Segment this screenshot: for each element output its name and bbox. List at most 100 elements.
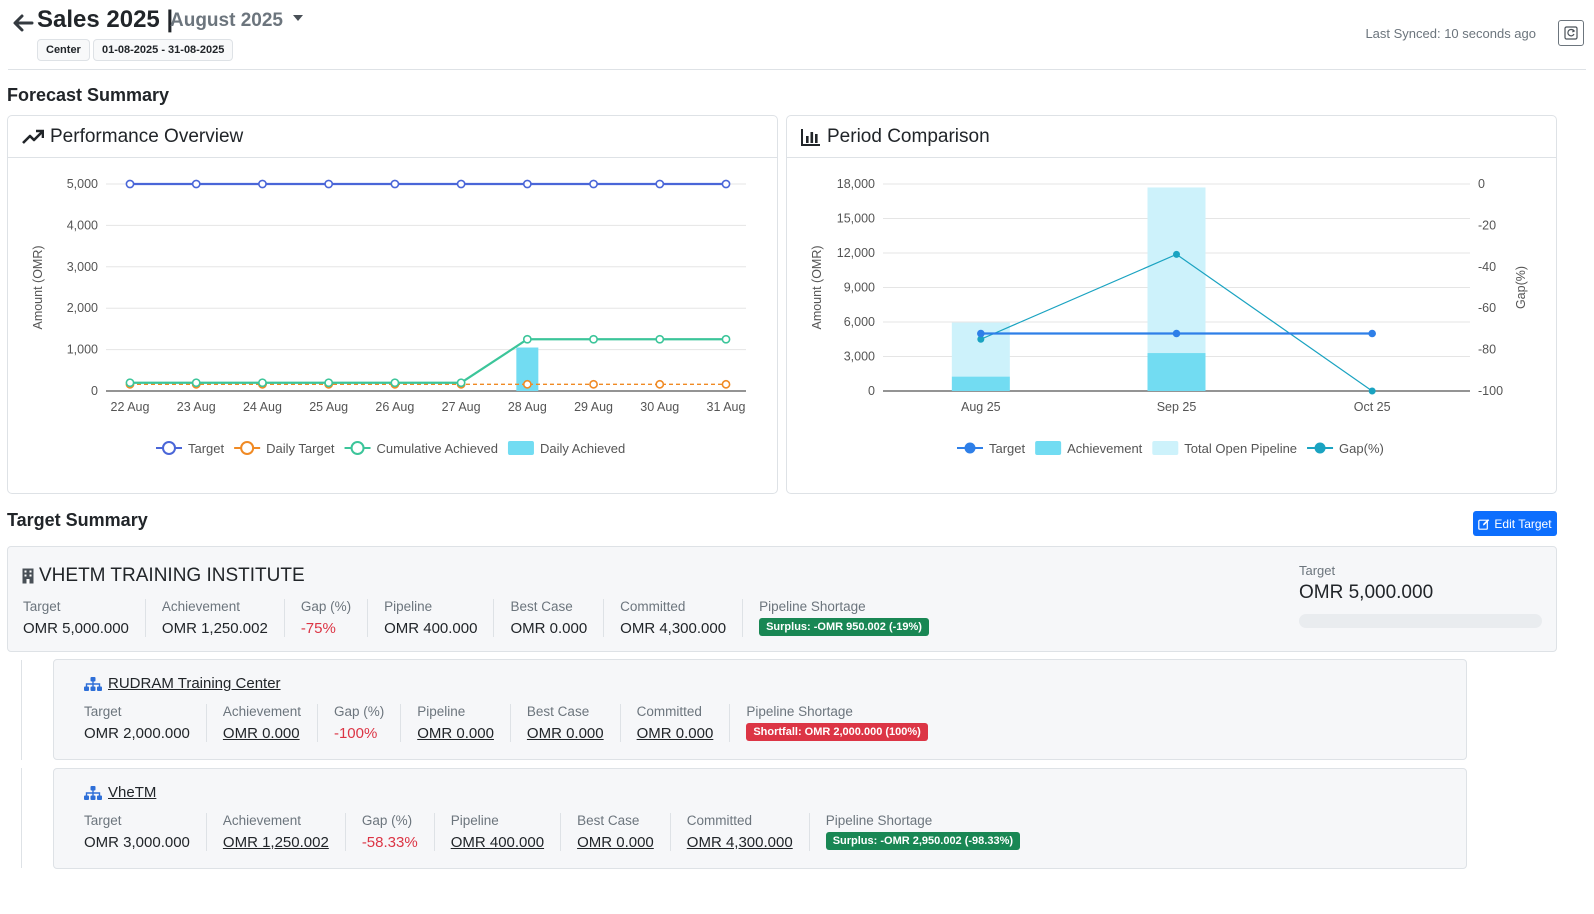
x-tick-label: Oct 25 (1354, 400, 1391, 414)
daily-target-point (589, 379, 598, 389)
metric-value: OMR 2,000.000 (84, 725, 190, 742)
target-point (1368, 329, 1376, 338)
y-tick-label: 5,000 (67, 177, 98, 191)
target-side-panel: Target OMR 5,000.000 (1299, 563, 1542, 628)
y-tick-label: 3,000 (67, 260, 98, 274)
metric-value-link[interactable]: OMR 0.000 (417, 725, 494, 742)
legend-label: Total Open Pipeline (1184, 441, 1297, 456)
cumulative-achieved-point (390, 378, 400, 388)
metric-value: OMR 3,000.000 (84, 834, 190, 851)
metric-achievement: Achievement OMR 1,250.002 (205, 813, 345, 851)
target-point (655, 179, 665, 189)
metric-label: Gap (%) (300, 599, 352, 614)
y-tick-label: 15,000 (837, 212, 875, 226)
y-tick-label: 3,000 (844, 350, 875, 364)
refresh-button[interactable] (1558, 20, 1584, 46)
metric-value-link[interactable]: OMR 0.000 (223, 725, 301, 742)
metric-value-link[interactable]: OMR 1,250.002 (223, 834, 329, 851)
target-point (522, 179, 532, 189)
page-title: Sales 2025 | (37, 6, 174, 33)
edit-target-label: Edit Target (1494, 516, 1552, 531)
forecast-summary-title: Forecast Summary (7, 85, 170, 105)
x-tick-label: 31 Aug (707, 400, 746, 414)
x-tick-label: 23 Aug (177, 400, 216, 414)
child-metrics: Target OMR 3,000.000 Achievement OMR 1,2… (84, 813, 1036, 851)
target-point (390, 179, 400, 189)
child-name: RUDRAM Training Center (84, 675, 281, 692)
x-tick-label: Sep 25 (1157, 400, 1197, 414)
pipeline-bar (1147, 187, 1206, 354)
metric-pipeline: Pipeline OMR 400.000 (433, 813, 560, 851)
tree-connector (21, 768, 22, 868)
target-point (456, 179, 466, 189)
x-tick-label: Aug 25 (961, 400, 1001, 414)
y-tick-label: 9,000 (844, 281, 875, 295)
metric-value-link[interactable]: OMR 0.000 (527, 725, 604, 742)
metric-pipeline: Pipeline OMR 400.000 (367, 599, 493, 637)
metric-label: Pipeline Shortage (825, 813, 933, 828)
y2-axis-label: Gap(%) (1514, 266, 1528, 309)
x-tick-label: 22 Aug (111, 400, 150, 414)
cumulative-achieved-point (589, 334, 598, 344)
page-header: Sales 2025 | August 2025 Center 01-08-20… (8, 4, 1586, 70)
child-card-rudram: RUDRAM Training Center Target OMR 2,000.… (53, 659, 1467, 760)
child-name-link[interactable]: VheTM (108, 784, 156, 801)
x-tick-label: 26 Aug (375, 400, 414, 414)
metric-value-link[interactable]: OMR 0.000 (637, 725, 714, 742)
metric-label: Pipeline Shortage (759, 599, 866, 614)
metric-label: Gap (%) (361, 813, 413, 828)
edit-icon (1478, 518, 1490, 530)
child-name-link[interactable]: RUDRAM Training Center (108, 675, 281, 692)
legend-label: Cumulative Achieved (377, 441, 498, 456)
legend-label: Target (989, 441, 1026, 456)
child-card-vhetm: VheTM Target OMR 3,000.000 Achievement O… (53, 768, 1467, 869)
y2-tick-label: -40 (1478, 260, 1496, 274)
cumulative-achieved-point (125, 378, 135, 388)
x-tick-label: 28 Aug (508, 400, 547, 414)
back-arrow-icon[interactable] (10, 10, 36, 36)
cumulative-achieved-point (324, 378, 334, 388)
y-tick-label: 0 (868, 384, 875, 398)
metric-label: Achievement (161, 599, 240, 614)
filter-chip-center: Center (37, 39, 90, 61)
metric-label: Achievement (222, 813, 301, 828)
y2-tick-label: 0 (1478, 177, 1485, 191)
target-summary-title: Target Summary (7, 510, 148, 530)
metric-gap: Gap (%) -58.33% (344, 813, 434, 851)
org-metrics: Target OMR 5,000.000 Achievement OMR 1,2… (23, 599, 945, 637)
metric-label: Best Case (577, 813, 640, 828)
org-summary-card: VHETM TRAINING INSTITUTE Target OMR 5,00… (7, 546, 1557, 652)
trending-up-icon (22, 129, 44, 144)
achievement-bar (951, 376, 1010, 391)
metric-value-link[interactable]: OMR 4,300.000 (687, 834, 793, 851)
x-tick-label: 30 Aug (640, 400, 679, 414)
org-name-text: VHETM TRAINING INSTITUTE (39, 565, 305, 586)
metric-gap: Gap (%) -100% (316, 704, 400, 742)
metric-best-case: Best Case OMR 0.000 (509, 704, 620, 742)
legend-marker (350, 441, 365, 455)
refresh-icon (1564, 26, 1578, 40)
x-tick-label: 24 Aug (243, 400, 282, 414)
y-axis-label: Amount (OMR) (31, 245, 45, 329)
metric-value: -100% (333, 725, 378, 742)
metric-value-link[interactable]: OMR 0.000 (577, 834, 654, 851)
edit-target-button[interactable]: Edit Target (1473, 511, 1557, 536)
metric-label: Achievement (222, 704, 301, 719)
month-selector[interactable]: August 2025 (170, 10, 303, 32)
metric-label: Pipeline (450, 813, 499, 828)
sitemap-icon (84, 785, 102, 800)
metric-committed: Committed OMR 0.000 (619, 704, 730, 742)
legend-label: Daily Target (266, 441, 335, 456)
metric-value: OMR 5,000.000 (23, 620, 129, 637)
metric-achievement: Achievement OMR 1,250.002 (144, 599, 284, 637)
y-axis-label: Amount (OMR) (810, 245, 824, 329)
metric-target: Target OMR 5,000.000 (23, 599, 145, 637)
legend-marker (240, 441, 255, 455)
sitemap-icon (84, 676, 102, 691)
metric-value-link[interactable]: OMR 400.000 (451, 834, 544, 851)
performance-overview-header: Performance Overview (8, 116, 777, 158)
metric-target: Target OMR 2,000.000 (84, 704, 206, 742)
last-synced-text: Last Synced: 10 seconds ago (1365, 26, 1536, 41)
metric-label: Best Case (526, 704, 590, 719)
status-badge: Shortfall: OMR 2,000.000 (100%) (746, 723, 928, 741)
